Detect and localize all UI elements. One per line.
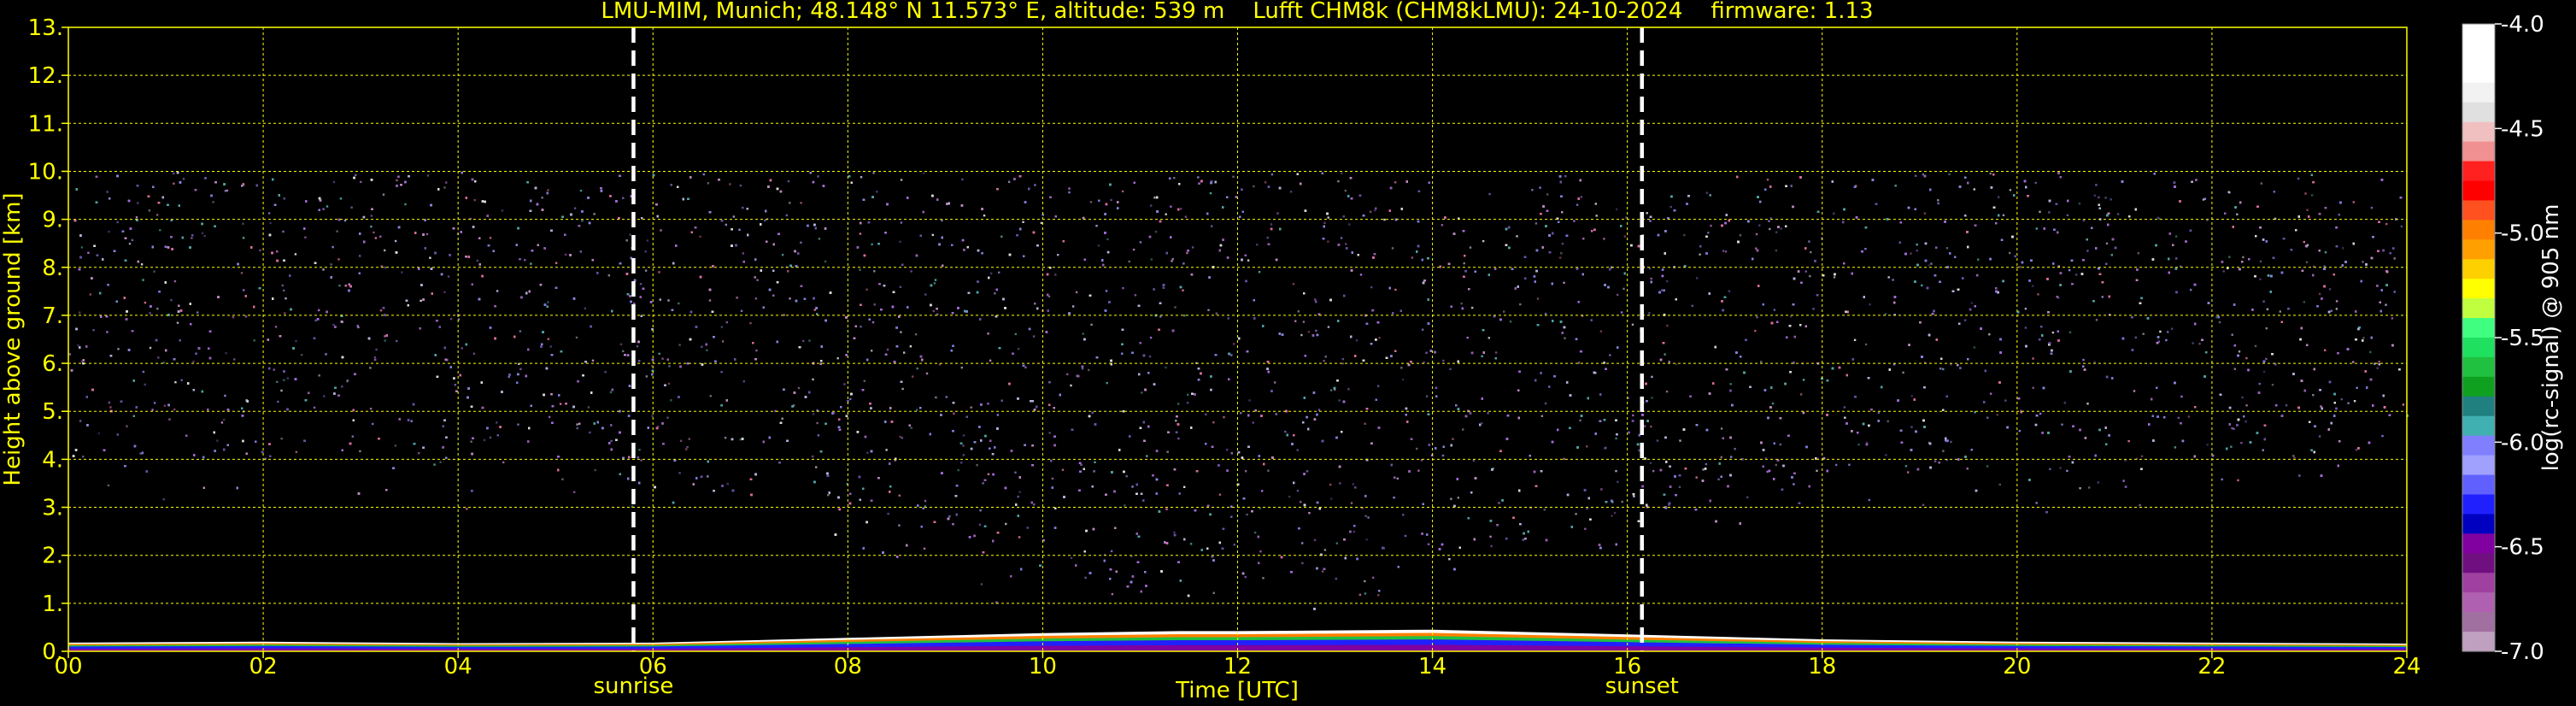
- colorbar-segment: [2462, 494, 2495, 515]
- x-tick-label: 10: [1029, 654, 1057, 680]
- y-tick-label: 11.: [28, 111, 63, 137]
- x-tick-label: 08: [834, 654, 862, 680]
- x-tick-label: 14: [1418, 654, 1446, 680]
- colorbar-segment: [2462, 612, 2495, 632]
- colorbar-segment: [2462, 43, 2495, 64]
- plot-area: [67, 26, 2409, 652]
- colorbar-segment: [2462, 279, 2495, 299]
- colorbar-tick-label: -6.5: [2501, 535, 2544, 561]
- colorbar-segment: [2462, 573, 2495, 593]
- sunset-label: sunset: [1605, 674, 1679, 699]
- y-tick-label: 10.: [28, 159, 63, 185]
- x-tick-label: 12: [1223, 654, 1252, 680]
- colorbar-segment: [2462, 474, 2495, 496]
- colorbar-tick-label: -4.0: [2501, 12, 2544, 38]
- colorbar-segment: [2462, 141, 2495, 162]
- colorbar-segment: [2462, 200, 2495, 221]
- y-tick-label: 1.: [42, 591, 63, 617]
- colorbar-segment: [2462, 455, 2495, 476]
- colorbar-segment: [2462, 180, 2495, 202]
- colorbar-segment: [2462, 632, 2495, 652]
- y-axis-label: Height above ground [km]: [0, 192, 26, 485]
- x-tick-label: 02: [249, 654, 278, 680]
- colorbar-segment: [2462, 82, 2495, 103]
- colorbar-segment: [2462, 376, 2495, 397]
- chart-title: LMU-MIM, Munich; 48.148° N 11.573° E, al…: [601, 0, 1873, 24]
- colorbar-label: log(rc-signal) @ 905 nm: [2538, 204, 2564, 472]
- colorbar-segment: [2462, 24, 2495, 44]
- x-tick-label: 22: [2198, 654, 2226, 680]
- y-tick-label: 3.: [42, 496, 63, 521]
- sunrise-label: sunrise: [593, 674, 673, 699]
- colorbar-segment: [2462, 514, 2495, 534]
- x-axis-label: Time [UTC]: [1175, 678, 1299, 703]
- y-tick-label: 12.: [28, 63, 63, 89]
- colorbar-segment: [2462, 161, 2495, 182]
- colorbar-segment: [2462, 102, 2495, 123]
- colorbar-segment: [2462, 592, 2495, 613]
- colorbar-segment: [2462, 533, 2495, 554]
- colorbar-segment: [2462, 338, 2495, 358]
- colorbar-tick-label: -7.0: [2501, 639, 2544, 665]
- colorbar: [2462, 24, 2495, 652]
- colorbar-tick-label: -4.5: [2501, 116, 2544, 142]
- colorbar-segment: [2462, 298, 2495, 319]
- x-tick-label: 18: [1808, 654, 1836, 680]
- colorbar-segment: [2462, 259, 2495, 279]
- colorbar-segment: [2462, 62, 2495, 84]
- x-tick-label: 24: [2392, 654, 2421, 680]
- x-tick-label: 20: [2003, 654, 2031, 680]
- y-tick-label: 7.: [42, 303, 63, 329]
- colorbar-segment: [2462, 220, 2495, 240]
- colorbar-segment: [2462, 396, 2495, 417]
- y-tick-label: 13.: [28, 15, 63, 41]
- ceilometer-chart: 00 02 04 06 08 10 12 14 16 18 20 22 24 0.1.2.3.4.5.6…: [0, 0, 2576, 706]
- y-tick-label: 6.: [42, 351, 63, 377]
- y-tick-label: 8.: [42, 256, 63, 281]
- colorbar-segment: [2462, 435, 2495, 456]
- y-tick-label: 5.: [42, 399, 63, 425]
- colorbar-segment: [2462, 239, 2495, 260]
- x-tick-label: 04: [444, 654, 472, 680]
- colorbar-segment: [2462, 553, 2495, 574]
- y-tick-label: 0.: [42, 639, 63, 665]
- colorbar-segment: [2462, 356, 2495, 378]
- y-tick-label: 4.: [42, 447, 63, 473]
- y-tick-label: 2.: [42, 544, 63, 569]
- colorbar-segment: [2462, 121, 2495, 143]
- colorbar-segment: [2462, 415, 2495, 437]
- y-tick-label: 9.: [42, 208, 63, 233]
- colorbar-segment: [2462, 318, 2495, 338]
